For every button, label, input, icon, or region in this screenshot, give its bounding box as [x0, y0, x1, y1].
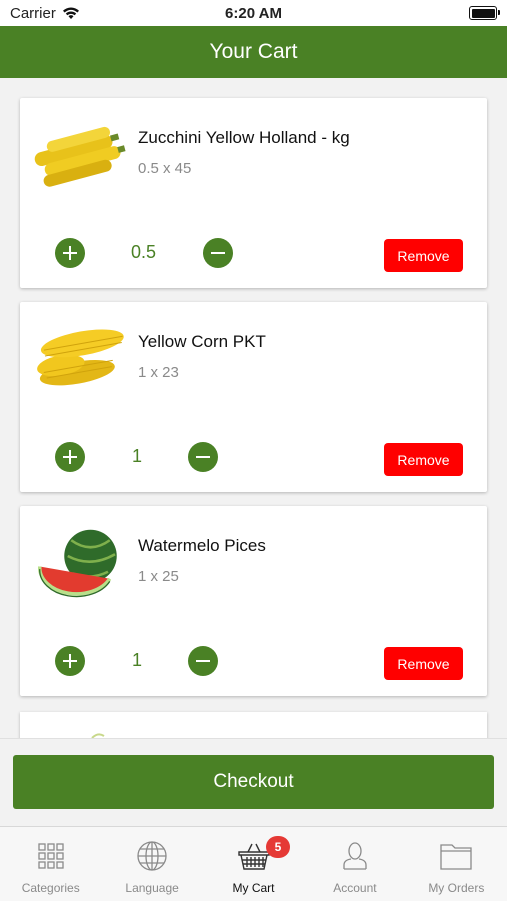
battery-icon: [469, 6, 500, 20]
status-left: Carrier: [10, 5, 80, 22]
watermelon-image: [37, 529, 117, 598]
tab-bar: Categories Language My Cart Account My O…: [0, 826, 507, 901]
globe-icon: [135, 839, 169, 873]
page-header: Your Cart: [0, 26, 507, 78]
tab-label: My Cart: [232, 881, 275, 895]
decrease-quantity-button[interactable]: [203, 238, 233, 268]
tab-label: Categories: [21, 881, 80, 895]
cart-count-badge: 5: [266, 836, 290, 858]
tab-account[interactable]: Account: [304, 827, 405, 901]
quantity-value: 0.5: [131, 242, 157, 262]
increase-quantity-button[interactable]: [55, 442, 85, 472]
grid-icon: [34, 839, 68, 873]
zucchini-image: [34, 126, 126, 187]
person-icon: [338, 839, 372, 873]
product-name: Watermelo Pices: [138, 536, 266, 555]
carrier-label: Carrier: [10, 4, 56, 22]
product-name: Yellow Corn PKT: [138, 332, 266, 351]
product-image-partial: [91, 733, 105, 738]
minus-icon: [196, 456, 210, 458]
minus-icon: [211, 252, 225, 254]
checkout-button[interactable]: Checkout: [13, 755, 494, 809]
product-detail: 0.5 x 45: [138, 160, 192, 177]
remove-button[interactable]: Remove: [384, 239, 463, 272]
wifi-icon: [62, 7, 79, 19]
product-detail: 1 x 25: [138, 568, 179, 585]
remove-button[interactable]: Remove: [384, 647, 463, 680]
tab-my-cart[interactable]: My Cart: [203, 827, 304, 901]
checkout-bar: Checkout: [0, 738, 507, 827]
remove-button[interactable]: Remove: [384, 443, 463, 476]
increase-quantity-button[interactable]: [55, 646, 85, 676]
tab-my-orders[interactable]: My Orders: [406, 827, 507, 901]
cart-item-card: Yellow Corn PKT 1 x 23 1 Remove: [20, 302, 487, 492]
plus-icon: [63, 450, 77, 464]
plus-icon: [63, 654, 77, 668]
tab-language[interactable]: Language: [101, 827, 202, 901]
cart-list[interactable]: Zucchini Yellow Holland - kg 0.5 x 45 0.…: [0, 78, 507, 738]
quantity-value: 1: [132, 446, 143, 466]
decrease-quantity-button[interactable]: [188, 442, 218, 472]
tab-label: Account: [333, 881, 377, 895]
status-bar: Carrier 6:20 AM: [0, 0, 507, 26]
page-title: Your Cart: [209, 40, 298, 63]
decrease-quantity-button[interactable]: [188, 646, 218, 676]
minus-icon: [196, 660, 210, 662]
cart-item-card-partial: [20, 712, 487, 738]
tab-categories[interactable]: Categories: [0, 827, 101, 901]
folder-icon: [439, 839, 473, 873]
product-name: Zucchini Yellow Holland - kg: [138, 128, 350, 147]
cart-item-card: Watermelo Pices 1 x 25 1 Remove: [20, 506, 487, 696]
quantity-value: 1: [132, 650, 143, 670]
tab-label: My Orders: [428, 881, 485, 895]
plus-icon: [63, 246, 77, 260]
cart-item-card: Zucchini Yellow Holland - kg 0.5 x 45 0.…: [20, 98, 487, 288]
corn-image: [37, 329, 124, 386]
tab-label: Language: [125, 881, 179, 895]
increase-quantity-button[interactable]: [55, 238, 85, 268]
product-detail: 1 x 23: [138, 364, 179, 381]
